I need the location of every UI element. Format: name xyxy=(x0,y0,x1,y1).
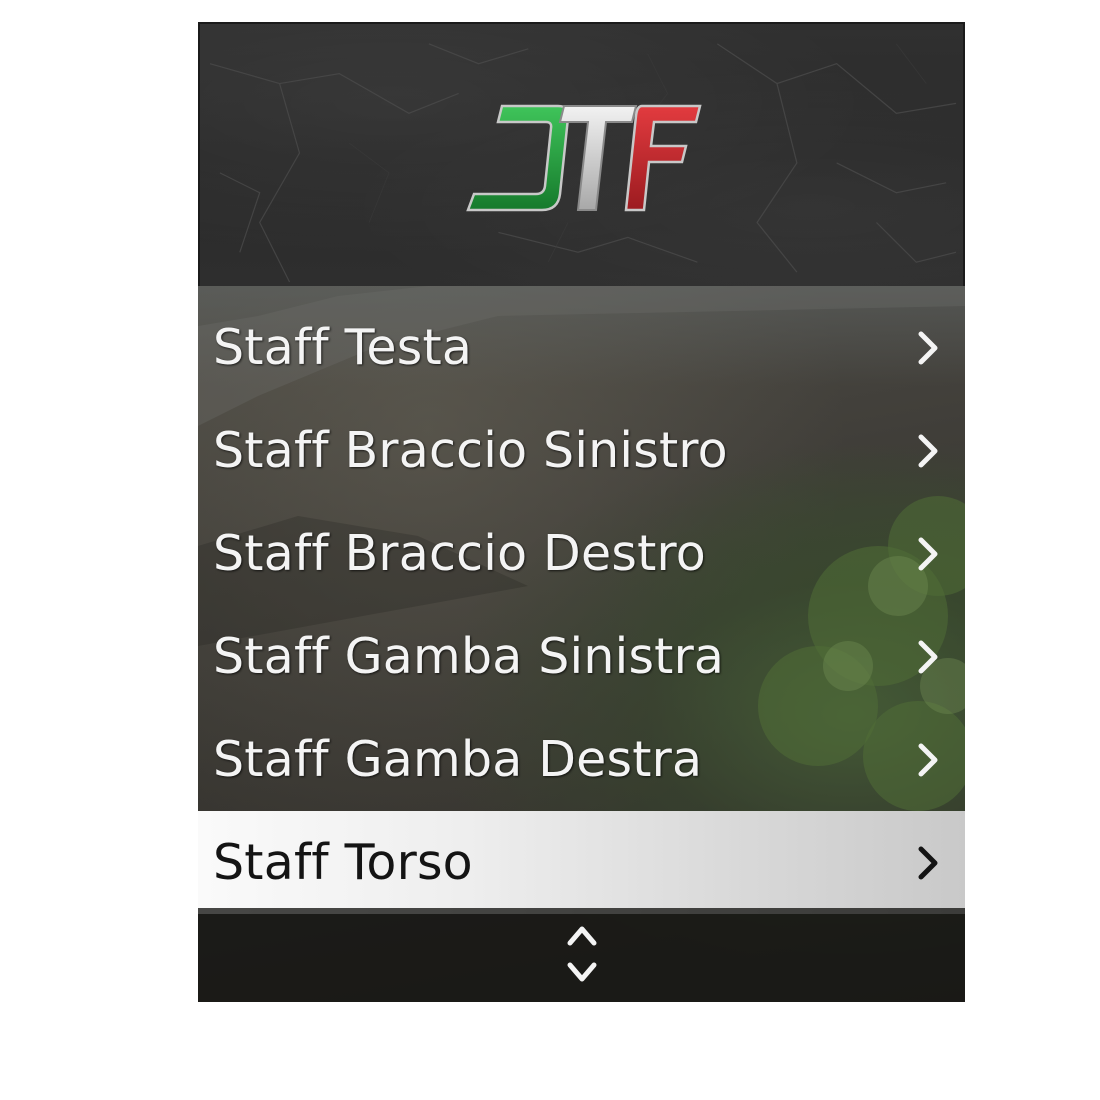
menu-item-staff-torso[interactable]: Staff Torso xyxy=(198,811,965,914)
menu-item-label: Staff Gamba Destra xyxy=(213,731,703,788)
menu-footer xyxy=(198,908,965,1002)
menu-item-label: Staff Torso xyxy=(213,834,473,891)
menu-item-staff-gamba-destra[interactable]: Staff Gamba Destra xyxy=(198,708,965,811)
dtf-logo xyxy=(466,104,702,212)
menu-item-staff-braccio-sinistro[interactable]: Staff Braccio Sinistro xyxy=(198,399,965,502)
menu-item-label: Staff Gamba Sinistra xyxy=(213,628,725,685)
chevron-right-icon xyxy=(918,537,938,570)
menu-items: Staff Testa Staff Braccio Sinistro Staff… xyxy=(198,296,965,914)
menu-banner xyxy=(198,22,965,286)
chevron-right-icon xyxy=(918,846,938,879)
interaction-menu: Staff Testa Staff Braccio Sinistro Staff… xyxy=(198,22,965,1002)
chevron-right-icon xyxy=(918,640,938,673)
up-down-arrows-icon[interactable] xyxy=(562,915,602,995)
menu-item-label: Staff Testa xyxy=(213,319,473,376)
menu-item-label: Staff Braccio Sinistro xyxy=(213,422,728,479)
menu-item-staff-braccio-destro[interactable]: Staff Braccio Destro xyxy=(198,502,965,605)
chevron-right-icon xyxy=(918,743,938,776)
menu-item-label: Staff Braccio Destro xyxy=(213,525,706,582)
chevron-right-icon xyxy=(918,434,938,467)
menu-item-staff-testa[interactable]: Staff Testa xyxy=(198,296,965,399)
chevron-right-icon xyxy=(918,331,938,364)
menu-item-staff-gamba-sinistra[interactable]: Staff Gamba Sinistra xyxy=(198,605,965,708)
menu-list-area: Staff Testa Staff Braccio Sinistro Staff… xyxy=(198,286,965,1002)
